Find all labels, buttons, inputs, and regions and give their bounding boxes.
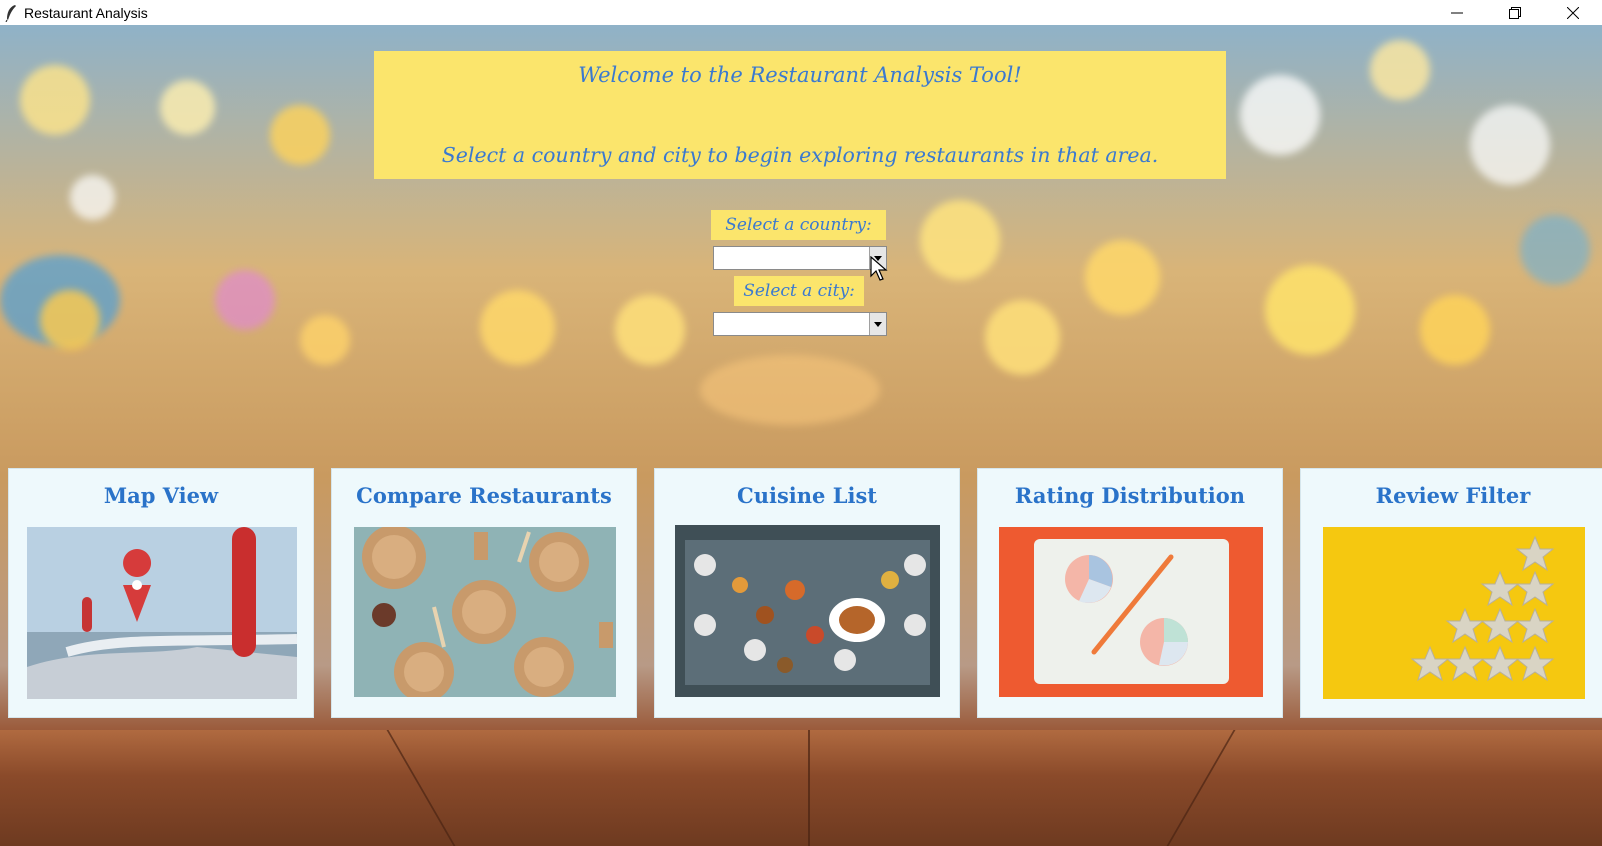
review-filter-title: Review Filter [1375, 483, 1531, 508]
review-filter-card[interactable]: Review Filter [1300, 468, 1602, 718]
minimize-button[interactable] [1428, 0, 1486, 25]
map-view-title: Map View [103, 483, 219, 508]
feather-icon [5, 4, 16, 22]
minimize-icon [1451, 12, 1463, 13]
cuisine-list-card[interactable]: Cuisine List [654, 468, 960, 718]
city-dropdown-button[interactable] [869, 313, 886, 335]
dinner-table-image [675, 525, 940, 697]
window-title: Restaurant Analysis [24, 4, 148, 21]
compare-restaurants-title: Compare Restaurants [356, 483, 612, 508]
pie-chart-image [999, 527, 1263, 697]
restore-button[interactable] [1486, 0, 1544, 25]
welcome-instructions: Select a country and city to begin explo… [441, 143, 1159, 167]
chevron-down-icon [874, 321, 882, 327]
restore-icon [1509, 6, 1521, 19]
rating-distribution-title: Rating Distribution [1014, 483, 1246, 508]
rating-distribution-card[interactable]: Rating Distribution [977, 468, 1283, 718]
welcome-heading: Welcome to the Restaurant Analysis Tool! [578, 63, 1022, 87]
country-combobox[interactable] [713, 246, 887, 270]
wooden-table [0, 730, 1602, 846]
city-combobox[interactable] [713, 312, 887, 336]
window-title-bar: Restaurant Analysis [0, 0, 1602, 25]
welcome-banner: Welcome to the Restaurant Analysis Tool!… [374, 51, 1226, 179]
close-button[interactable] [1544, 0, 1602, 25]
compare-restaurants-card[interactable]: Compare Restaurants [331, 468, 637, 718]
stars-image [1323, 527, 1585, 699]
city-label: Select a city: [734, 276, 864, 306]
close-icon [1567, 6, 1579, 19]
map-pin-image [27, 527, 297, 699]
map-view-card[interactable]: Map View [8, 468, 314, 718]
mouse-cursor-icon [870, 256, 888, 281]
cuisine-list-title: Cuisine List [737, 483, 877, 508]
country-label: Select a country: [711, 210, 886, 240]
plates-image [354, 527, 616, 697]
